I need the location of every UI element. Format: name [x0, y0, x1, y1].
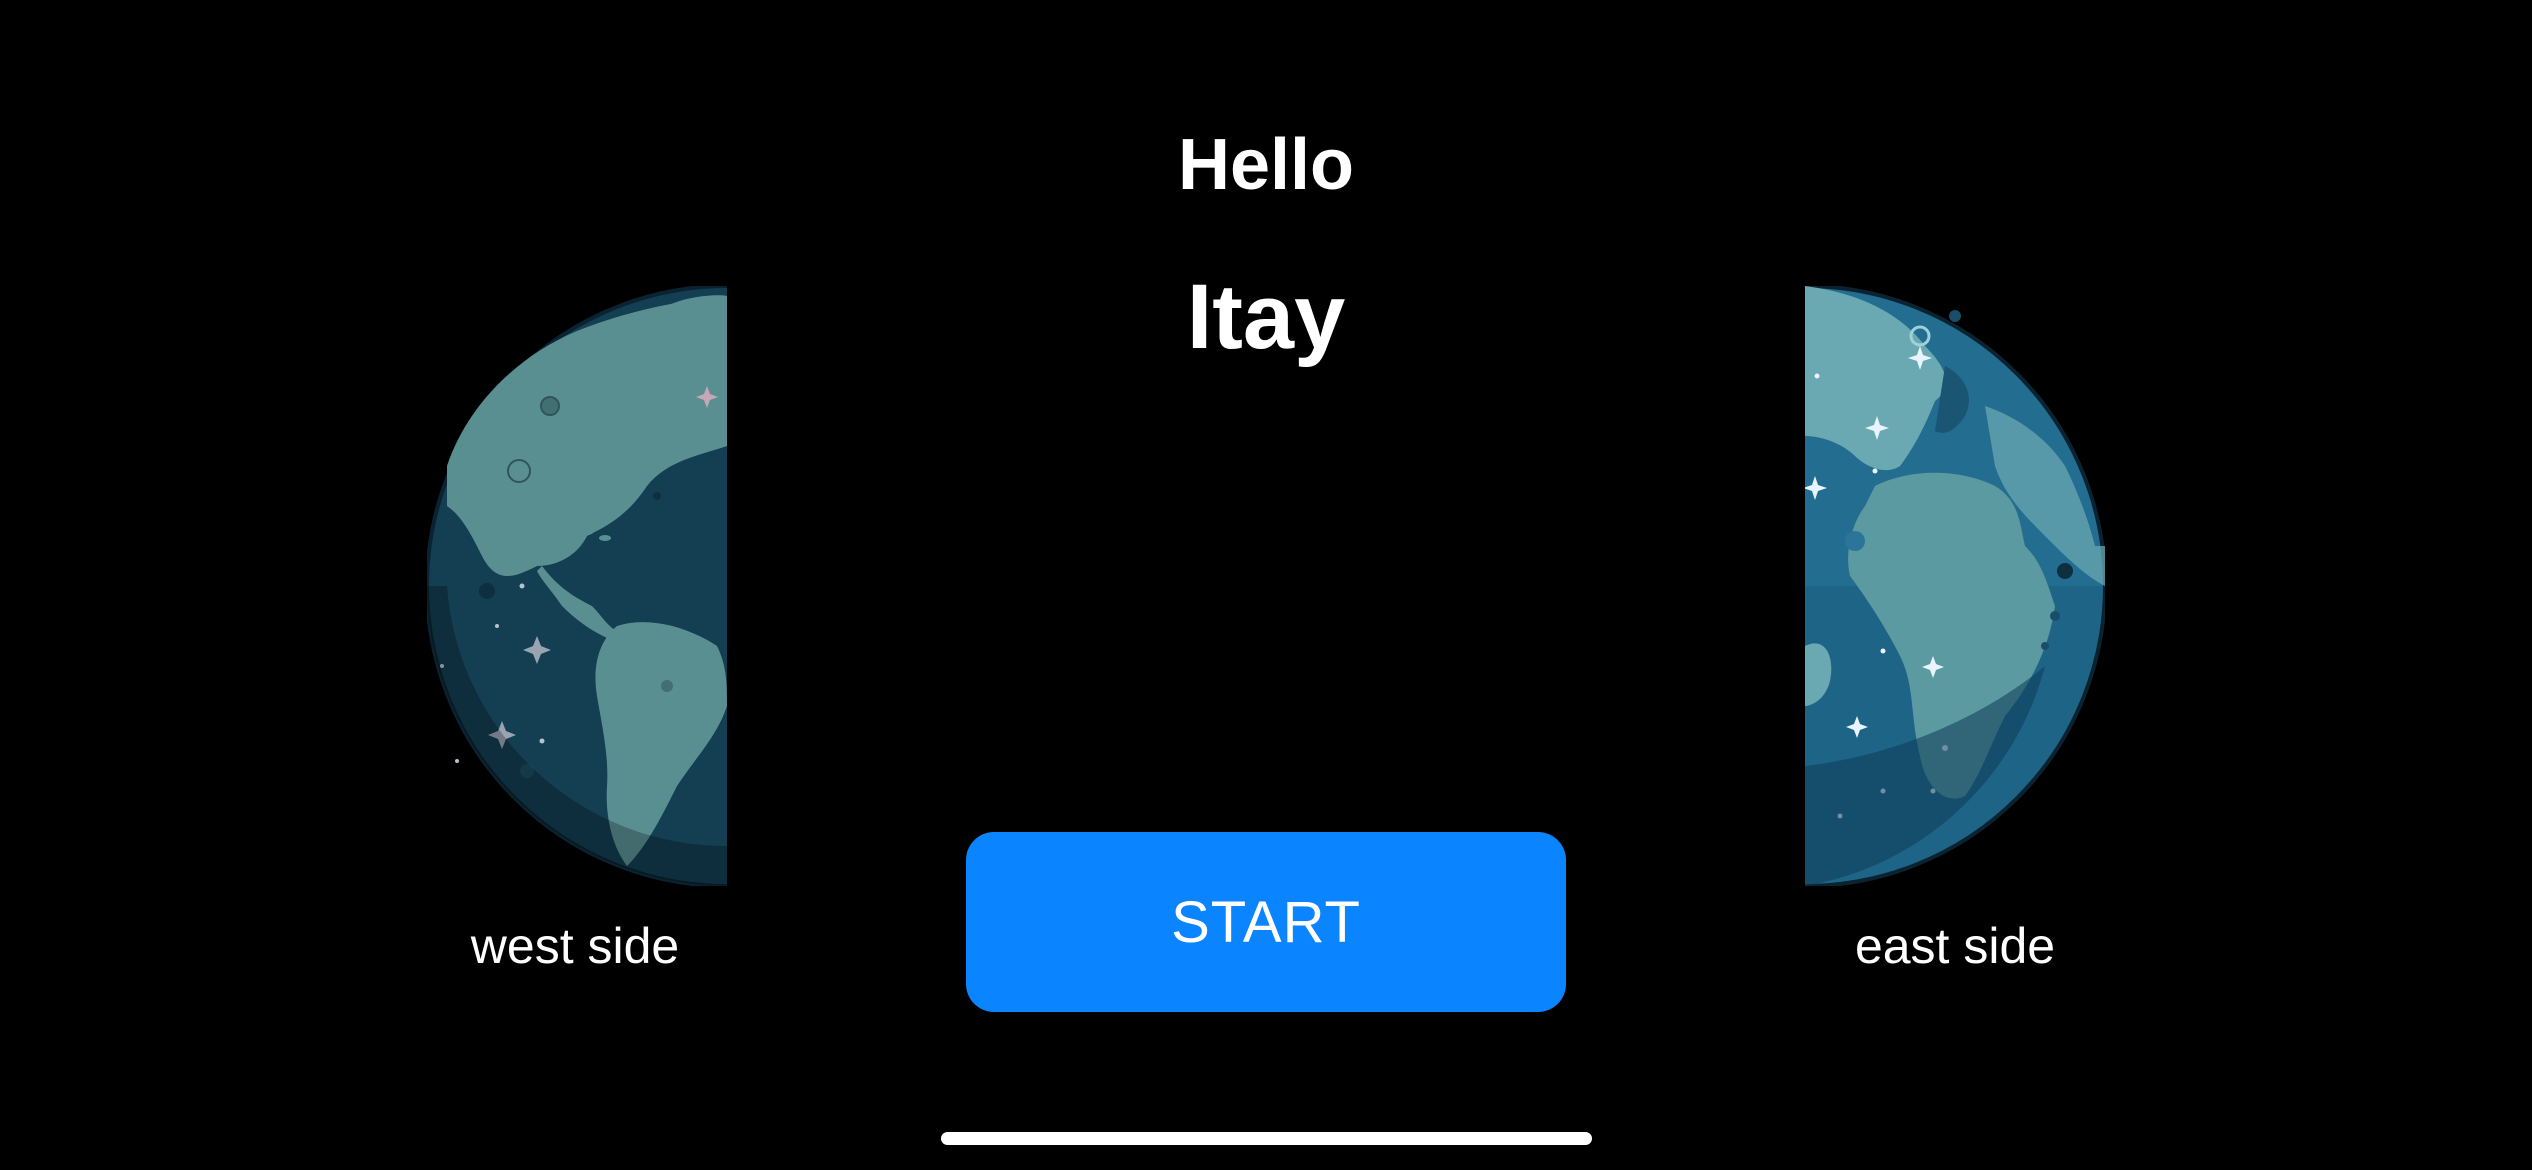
globe-west-hemisphere-icon: [427, 286, 727, 886]
east-side-label: east side: [1854, 918, 2056, 974]
home-indicator[interactable]: [941, 1132, 1592, 1145]
globe-east-hemisphere-icon: [1805, 286, 2105, 886]
greeting-hello: Hello: [1177, 125, 1355, 205]
start-button[interactable]: START: [966, 832, 1566, 1012]
user-name: Itay: [1186, 266, 1346, 368]
west-globe[interactable]: [427, 286, 727, 886]
west-side-label: west side: [470, 918, 680, 974]
east-globe[interactable]: [1805, 286, 2105, 886]
